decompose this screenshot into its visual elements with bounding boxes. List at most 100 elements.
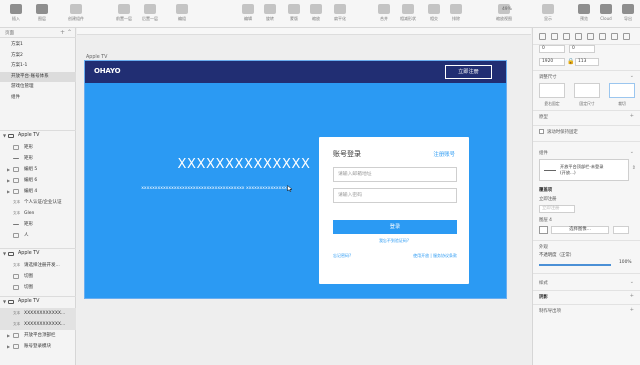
terms-link[interactable]: 使用开放 | 服务协议条款 <box>413 253 457 259</box>
layer-item[interactable]: 矩形 <box>0 142 76 153</box>
layer-name: 人 <box>24 233 29 238</box>
page-item[interactable]: 方案2 <box>0 51 76 61</box>
layer-item[interactable]: 文本 XXXXXXXXXXXX... <box>0 308 76 319</box>
layer-item[interactable]: 文本 个人认证/企业认证 <box>0 197 76 208</box>
add-export-icon[interactable]: + <box>630 307 634 313</box>
login-button[interactable]: 登录 <box>333 220 457 234</box>
height-field[interactable]: 113 <box>575 58 599 66</box>
toolbar-button[interactable]: 导出 <box>614 3 640 25</box>
chevron-updown-icon[interactable]: ⇕ <box>632 165 636 171</box>
top-nav-bar[interactable]: OHAYO 立即注册 <box>85 61 506 83</box>
chevron-down-icon[interactable]: ⌄ <box>630 279 634 285</box>
symbol-selector[interactable]: 开放平台顶部栏-未登录 (开放...) <box>539 159 629 181</box>
chevron-down-icon[interactable]: ▼ <box>3 131 6 141</box>
resize-option-pin-right[interactable] <box>539 83 565 98</box>
page-item[interactable]: 游戏位管理 <box>0 82 76 92</box>
password-field[interactable]: 请输入密码 <box>333 188 457 203</box>
width-field[interactable]: 1920 <box>539 58 565 66</box>
page-item[interactable]: 组件 <box>0 93 76 103</box>
override-register-field[interactable]: 立即注册 <box>539 205 575 213</box>
opacity-mode-label[interactable]: 不透明度（正常） <box>539 253 609 261</box>
page-item[interactable]: 开放平台-账号体系 <box>0 71 76 82</box>
chevron-down-icon[interactable]: ▼ <box>3 249 6 259</box>
image-option-button[interactable] <box>613 226 629 234</box>
toolbar-button[interactable]: 图层 <box>28 3 56 25</box>
toolbar-button[interactable]: 后置一层 <box>136 3 164 25</box>
chevron-down-icon[interactable]: ⌄ <box>630 149 634 155</box>
toolbar-button[interactable]: 显示 <box>534 3 562 25</box>
zoom-level[interactable]: 49% <box>502 7 512 12</box>
login-card[interactable]: 账号登录 注册账号 请输入邮箱地址 请输入密码 登录 我忘不到验证码? 忘记密码… <box>319 137 469 284</box>
align-icon[interactable] <box>611 33 618 40</box>
hero-title[interactable]: XXXXXXXXXXXXXX <box>143 157 345 172</box>
add-page-icon[interactable]: + ⌃ <box>60 29 72 36</box>
toolbar-button-label: 缩放视图 <box>496 16 512 21</box>
layer-item[interactable]: 人 <box>0 230 76 241</box>
layer-item[interactable]: ▶ 编组 6 <box>0 175 76 186</box>
chevron-right-icon[interactable]: ▶ <box>7 164 10 175</box>
layer-item[interactable]: ▶ 编组 5 <box>0 164 76 175</box>
layer-item[interactable]: 文本 XXXXXXXXXXXX... <box>0 319 76 330</box>
choose-image-button[interactable]: 选择图像... <box>551 226 609 234</box>
layer-item[interactable]: 矩形 <box>0 153 76 164</box>
layer-item[interactable]: ▶ 账号登录模块 <box>0 341 76 352</box>
forgot-code-link[interactable]: 我忘不到验证码? <box>319 238 469 244</box>
layer-item[interactable]: 切图 <box>0 271 76 282</box>
layer-item[interactable]: ▶ 编组 4 <box>0 186 76 197</box>
align-icon[interactable] <box>599 33 606 40</box>
email-field[interactable]: 请输入邮箱地址 <box>333 167 457 182</box>
align-icon[interactable] <box>623 33 630 40</box>
align-icon[interactable] <box>575 33 582 40</box>
layer-item[interactable]: 切图 <box>0 282 76 293</box>
toolbar-button[interactable]: 扁平化 <box>326 3 354 25</box>
lock-ratio-icon[interactable]: 🔒 <box>567 58 574 65</box>
chevron-right-icon[interactable]: ▶ <box>7 341 10 352</box>
text-icon: 文本 <box>13 200 21 204</box>
align-icon[interactable] <box>563 33 570 40</box>
chevron-right-icon[interactable]: ▶ <box>7 330 10 341</box>
canvas[interactable]: Apple TV OHAYO 立即注册 XXXXXXXXXXXXXX xxxxx… <box>77 28 531 365</box>
toolbar-button-label: 创建组件 <box>68 16 84 21</box>
chevron-down-icon[interactable]: ▼ <box>3 297 6 307</box>
toolbar-button-label: 扁平化 <box>334 16 346 21</box>
align-icon[interactable] <box>587 33 594 40</box>
toolbar-button[interactable]: 前置一层 <box>110 3 138 25</box>
resize-option-fixed-size[interactable] <box>574 83 600 98</box>
layer-item[interactable]: 文本 Glen <box>0 208 76 219</box>
artboard-apple-tv[interactable]: OHAYO 立即注册 XXXXXXXXXXXXXX xxxxxxxxxxxxxx… <box>84 60 507 299</box>
y-field[interactable]: 0 <box>569 45 595 53</box>
hero-subtitle[interactable]: xxxxxxxxxxxxxxxxxxxxxxxxxxxxxxxxxxxxxx x… <box>137 185 291 193</box>
chevron-right-icon[interactable]: ▶ <box>7 175 10 186</box>
register-account-link[interactable]: 注册账号 <box>433 150 455 158</box>
toolbar-button[interactable]: 插入 <box>2 3 30 25</box>
toolbar-button[interactable]: 排除 <box>442 3 470 25</box>
add-shadow-icon[interactable]: + <box>630 293 634 299</box>
layer-item[interactable]: 文本 请选择注册开发... <box>0 260 76 271</box>
forgot-password-link[interactable]: 忘记密码? <box>333 253 351 259</box>
layer-item[interactable]: ▶ 开放平台顶部栏 <box>0 330 76 341</box>
layer-artboard[interactable]: ▼ Apple TV <box>0 296 76 307</box>
layer-artboard[interactable]: ▼ Apple TV <box>0 130 76 141</box>
toolbar-button[interactable]: 相减形状 <box>394 3 422 25</box>
x-field[interactable]: 0 <box>539 45 565 53</box>
add-icon[interactable]: + <box>630 113 634 119</box>
page-item[interactable]: 方案1 <box>0 40 76 50</box>
align-icon[interactable] <box>551 33 558 40</box>
layer-name: 编组 4 <box>24 189 38 194</box>
opacity-slider[interactable] <box>539 264 611 266</box>
register-now-button[interactable]: 立即注册 <box>445 65 492 79</box>
toolbar-button[interactable]: 编组 <box>168 3 196 25</box>
layer-artboard[interactable]: ▼ Apple TV <box>0 248 76 259</box>
page-item[interactable]: 方案1-1 <box>0 61 76 71</box>
opacity-value[interactable]: 100% <box>617 260 635 268</box>
intersect-icon <box>428 4 440 14</box>
artboard-label[interactable]: Apple TV <box>86 55 107 60</box>
toolbar-button[interactable]: 创建组件 <box>62 3 90 25</box>
symbol-icon <box>13 344 19 349</box>
align-icon[interactable] <box>539 33 546 40</box>
chevron-down-icon[interactable]: ⌄ <box>630 73 634 79</box>
resize-option-clip[interactable] <box>609 83 635 98</box>
fix-when-scroll-checkbox[interactable] <box>539 129 544 134</box>
chevron-right-icon[interactable]: ▶ <box>7 186 10 197</box>
layer-item[interactable]: 矩形 <box>0 219 76 230</box>
